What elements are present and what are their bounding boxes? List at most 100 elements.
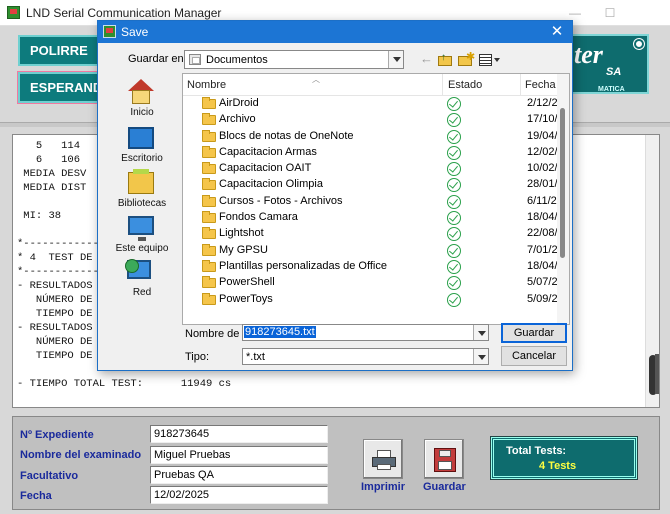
- filename-label: Nombre de arc: [185, 328, 243, 340]
- libraries-icon: [128, 169, 154, 194]
- file-row[interactable]: My GPSU 7/01/2: [183, 243, 558, 259]
- fecha-field[interactable]: [150, 486, 328, 504]
- main-scrollbar[interactable]: [653, 84, 663, 404]
- sync-ok-icon: [447, 227, 461, 242]
- file-name: Archivo: [219, 113, 256, 126]
- folder-icon: [202, 145, 216, 158]
- folder-icon: [202, 243, 216, 256]
- file-row[interactable]: Blocs de notas de OneNote 19/04/: [183, 129, 558, 145]
- place-bibliotecas[interactable]: Bibliotecas: [106, 168, 178, 212]
- folder-icon: [202, 194, 216, 207]
- file-date: 19/04/: [527, 129, 558, 142]
- status-banner: ESPERAND: [18, 72, 108, 103]
- file-date: 18/04/: [527, 259, 558, 272]
- report-line: - TIEMPO TOTAL TEST: 11949 cs: [17, 378, 232, 390]
- file-name: PowerShell: [219, 276, 275, 289]
- file-row[interactable]: Plantillas personalizadas de Office 18/04…: [183, 259, 558, 275]
- home-icon: [128, 79, 154, 105]
- file-name: PowerToys: [219, 292, 273, 305]
- place-inicio[interactable]: Inicio: [106, 77, 178, 121]
- sync-ok-icon: [447, 211, 461, 226]
- file-list[interactable]: Nombre ︿ Estado Fecha AirDroid 2/12/2 Arch…: [182, 73, 570, 325]
- sync-ok-icon: [447, 162, 461, 177]
- dialog-app-icon: [103, 25, 116, 38]
- column-state-header[interactable]: Estado: [448, 79, 482, 91]
- filename-value[interactable]: 918273645.txt: [244, 326, 316, 338]
- place-label: Escritorio: [121, 153, 163, 164]
- file-row[interactable]: Fondos Camara 18/04/: [183, 210, 558, 226]
- file-row[interactable]: Lightshot 22/08/: [183, 226, 558, 242]
- file-date: 12/02/: [527, 145, 558, 158]
- file-date: 17/10/: [527, 113, 558, 126]
- main-scroll-thumb[interactable]: [655, 354, 659, 394]
- maximize-button[interactable]: ☐: [595, 4, 625, 22]
- file-name: Fondos Camara: [219, 211, 298, 224]
- dialog-title-bar[interactable]: Save ✕: [98, 21, 572, 43]
- filename-input[interactable]: 918273645.txt: [242, 324, 489, 341]
- folder-icon: [202, 97, 216, 109]
- file-name: Cursos - Fotos - Archivos: [219, 194, 343, 207]
- column-date-header[interactable]: Fecha: [525, 79, 556, 91]
- desktop-icon: [128, 127, 154, 149]
- save-report-button[interactable]: [424, 439, 464, 479]
- file-name: Capacitacion Armas: [219, 145, 317, 158]
- sync-ok-icon: [447, 145, 461, 160]
- fecha-label: Fecha: [20, 490, 52, 502]
- filetype-dropdown[interactable]: *.txt: [242, 348, 489, 365]
- file-date: 2/12/2: [527, 97, 558, 109]
- place-este-equipo[interactable]: Este equipo: [106, 213, 178, 257]
- file-row[interactable]: Archivo 17/10/: [183, 112, 558, 128]
- facultativo-field[interactable]: [150, 466, 328, 484]
- new-folder-icon[interactable]: ✱: [458, 51, 475, 68]
- chevron-down-icon[interactable]: [473, 349, 488, 364]
- chevron-down-icon[interactable]: [473, 325, 488, 340]
- file-row[interactable]: PowerToys 5/09/2: [183, 292, 558, 308]
- view-menu-icon[interactable]: [479, 52, 501, 68]
- file-list-scroll-thumb[interactable]: [560, 108, 565, 258]
- dialog-close-button[interactable]: ✕: [548, 23, 566, 41]
- logo-tagline: MATICA: [598, 86, 625, 93]
- back-arrow-icon[interactable]: ←: [420, 52, 434, 68]
- company-logo: ter SA MATICA: [570, 34, 649, 94]
- file-row[interactable]: AirDroid 2/12/2: [183, 96, 558, 112]
- file-row[interactable]: Capacitacion OAIT 10/02/: [183, 161, 558, 177]
- sync-ok-icon: [447, 276, 461, 291]
- expediente-label: Nº Expediente: [20, 429, 94, 441]
- file-row[interactable]: PowerShell 5/07/2: [183, 275, 558, 291]
- dialog-save-button[interactable]: Guardar: [501, 323, 567, 343]
- dialog-cancel-button[interactable]: Cancelar: [501, 346, 567, 366]
- file-row[interactable]: Capacitacion Olimpia 28/01/: [183, 177, 558, 193]
- folder-icon: [202, 178, 216, 191]
- save-in-label: Guardar en:: [128, 53, 187, 65]
- save-in-dropdown[interactable]: Documentos: [184, 50, 404, 69]
- sync-ok-icon: [447, 97, 461, 111]
- print-button[interactable]: [363, 439, 403, 479]
- save-in-value: Documentos: [206, 54, 268, 66]
- total-tests-value: 4 Tests: [539, 460, 577, 472]
- folder-icon: [202, 259, 216, 272]
- expediente-field[interactable]: [150, 425, 328, 443]
- total-tests-box: Total Tests: 4 Tests: [491, 437, 637, 479]
- network-icon: [125, 259, 151, 279]
- floppy-disk-icon: [434, 448, 456, 472]
- chevron-down-icon[interactable]: [388, 51, 403, 68]
- file-row[interactable]: Capacitacion Armas 12/02/: [183, 145, 558, 161]
- file-date: 5/09/2: [527, 292, 558, 305]
- save-report-label[interactable]: Guardar: [423, 481, 466, 493]
- computer-icon: [128, 216, 154, 241]
- total-tests-title: Total Tests:: [506, 445, 567, 457]
- place-red[interactable]: Red: [106, 257, 178, 301]
- folder-icon: [202, 227, 216, 240]
- nombre-label: Nombre del examinado: [20, 449, 142, 461]
- sync-ok-icon: [447, 259, 461, 274]
- column-name-header[interactable]: Nombre: [187, 79, 226, 91]
- sync-ok-icon: [447, 129, 461, 144]
- place-escritorio[interactable]: Escritorio: [106, 123, 178, 167]
- file-list-scrollbar[interactable]: [557, 74, 569, 324]
- print-label[interactable]: Imprimir: [361, 481, 405, 493]
- logo-emblem-icon: [634, 39, 644, 49]
- nombre-field[interactable]: [150, 446, 328, 464]
- up-folder-icon[interactable]: ↑: [438, 52, 453, 68]
- sync-ok-icon: [447, 113, 461, 128]
- file-row[interactable]: Cursos - Fotos - Archivos 6/11/2: [183, 194, 558, 210]
